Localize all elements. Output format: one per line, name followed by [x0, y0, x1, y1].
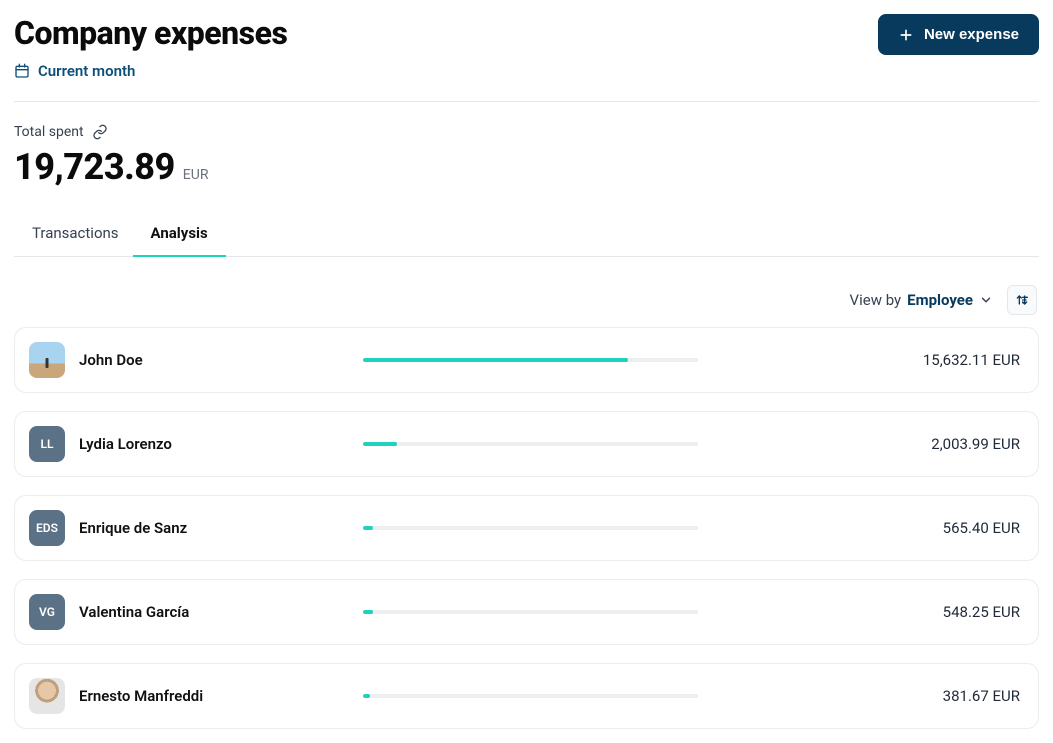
viewby-prefix: View by: [850, 291, 902, 309]
sort-button[interactable]: [1007, 285, 1037, 315]
list-item[interactable]: John Doe 15,632.11 EUR: [14, 327, 1039, 393]
list-item[interactable]: EDS Enrique de Sanz 565.40 EUR: [14, 495, 1039, 561]
chevron-down-icon: [979, 293, 993, 307]
sort-icon: [1014, 292, 1030, 308]
progress-bar: [363, 526, 698, 530]
new-expense-label: New expense: [924, 26, 1019, 43]
list-item[interactable]: LL Lydia Lorenzo 2,003.99 EUR: [14, 411, 1039, 477]
total-amount: 19,723.89: [14, 146, 175, 188]
date-filter-label: Current month: [38, 62, 135, 80]
avatar: LL: [29, 426, 65, 462]
date-filter[interactable]: Current month: [14, 62, 135, 80]
new-expense-button[interactable]: New expense: [878, 14, 1039, 55]
total-currency: EUR: [183, 167, 209, 183]
employee-list: John Doe 15,632.11 EUR LL Lydia Lorenzo 2,00…: [14, 327, 1039, 729]
list-item[interactable]: VG Valentina García 548.25 EUR: [14, 579, 1039, 645]
viewby-value: Employee: [907, 291, 973, 309]
progress-bar-fill: [363, 442, 397, 446]
page-title: Company expenses: [14, 14, 287, 52]
employee-name: Enrique de Sanz: [79, 519, 349, 537]
avatar: [29, 342, 65, 378]
tab-analysis[interactable]: Analysis: [151, 224, 208, 256]
employee-name: Lydia Lorenzo: [79, 435, 349, 453]
avatar: VG: [29, 594, 65, 630]
tab-transactions[interactable]: Transactions: [32, 224, 119, 256]
viewby-dropdown[interactable]: View by Employee: [850, 291, 993, 309]
employee-amount: 15,632.11 EUR: [840, 351, 1020, 369]
tabs: Transactions Analysis: [14, 224, 1039, 257]
employee-name: Ernesto Manfreddi: [79, 687, 349, 705]
calendar-icon: [14, 63, 30, 79]
employee-amount: 548.25 EUR: [840, 603, 1020, 621]
divider: [14, 101, 1039, 102]
plus-icon: [898, 27, 914, 43]
employee-name: Valentina García: [79, 603, 349, 621]
employee-amount: 381.67 EUR: [840, 687, 1020, 705]
link-icon[interactable]: [92, 124, 108, 140]
employee-amount: 565.40 EUR: [840, 519, 1020, 537]
progress-bar-fill: [363, 610, 373, 614]
progress-bar: [363, 442, 698, 446]
avatar: [29, 678, 65, 714]
progress-bar-fill: [363, 694, 370, 698]
progress-bar: [363, 358, 698, 362]
employee-amount: 2,003.99 EUR: [840, 435, 1020, 453]
employee-name: John Doe: [79, 351, 349, 369]
total-spent-label: Total spent: [14, 124, 84, 140]
progress-bar-fill: [363, 358, 628, 362]
progress-bar: [363, 694, 698, 698]
progress-bar-fill: [363, 526, 373, 530]
list-item[interactable]: Ernesto Manfreddi 381.67 EUR: [14, 663, 1039, 729]
avatar: EDS: [29, 510, 65, 546]
progress-bar: [363, 610, 698, 614]
